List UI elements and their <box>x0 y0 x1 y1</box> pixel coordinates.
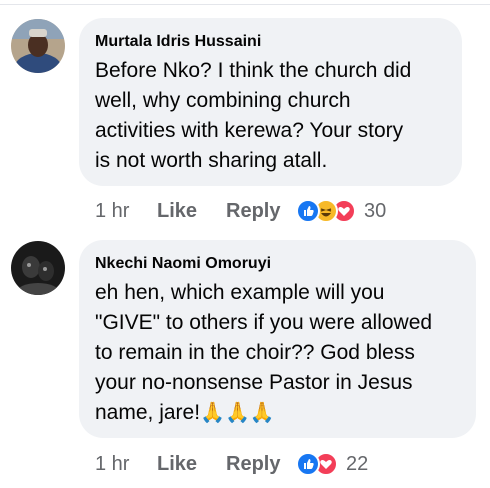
comment-author[interactable]: Nkechi Naomi Omoruyi <box>95 254 458 274</box>
comment-author[interactable]: Murtala Idris Hussaini <box>95 32 444 52</box>
comment-actions: 1 hr Like Reply 22 <box>95 452 368 476</box>
like-button[interactable]: Like <box>157 200 226 223</box>
avatar[interactable] <box>11 241 65 295</box>
reply-button[interactable]: Reply <box>226 200 296 223</box>
reply-button[interactable]: Reply <box>226 453 296 476</box>
comment-bubble: Murtala Idris Hussaini Before Nko? I thi… <box>79 18 462 186</box>
top-divider <box>0 4 490 5</box>
like-button[interactable]: Like <box>157 453 226 476</box>
comment-emoji: 🙏🙏🙏 <box>200 402 275 424</box>
comment-bubble: Nkechi Naomi Omoruyi eh hen, which examp… <box>79 240 476 438</box>
reaction-summary[interactable]: 22 <box>296 452 368 476</box>
like-icon <box>296 452 320 476</box>
comment-time[interactable]: 1 hr <box>95 200 157 223</box>
avatar[interactable] <box>11 19 65 73</box>
comment-actions: 1 hr Like Reply 30 <box>95 199 386 223</box>
reaction-count: 22 <box>346 452 369 475</box>
comment-time[interactable]: 1 hr <box>95 453 157 476</box>
reaction-summary[interactable]: 30 <box>296 199 386 223</box>
comment-text: Before Nko? I think the church did well,… <box>95 59 412 172</box>
reaction-count: 30 <box>364 199 387 222</box>
comment-text: eh hen, which example will you "GIVE" to… <box>95 278 458 428</box>
like-icon <box>296 199 320 223</box>
